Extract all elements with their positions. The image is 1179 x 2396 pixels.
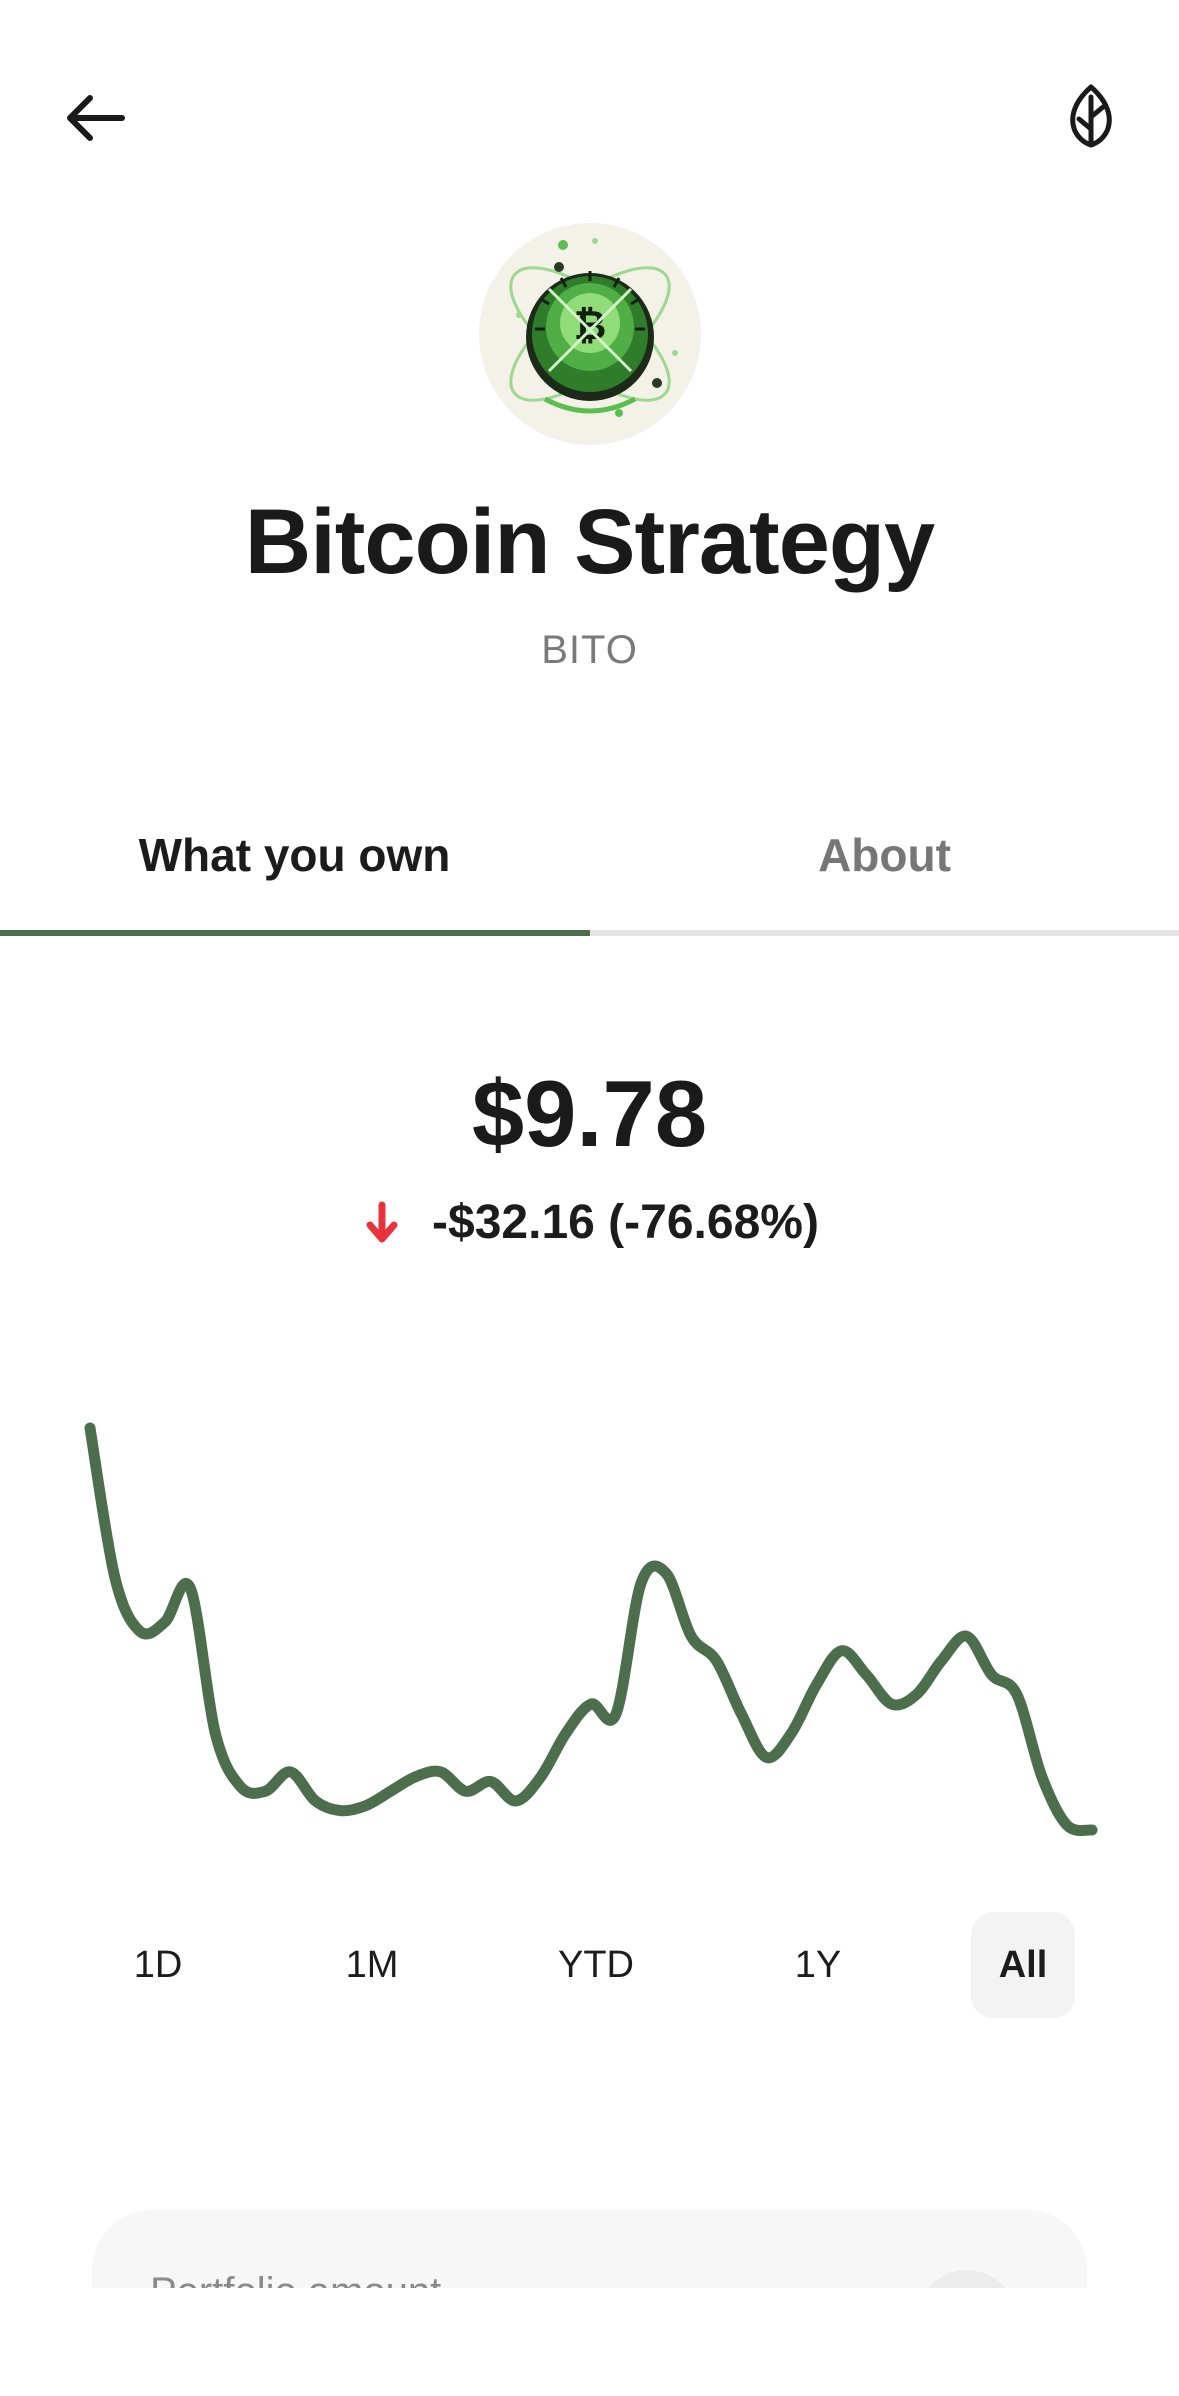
value-change: -$32.16 (-76.68%) [432,1196,819,1249]
fund-name: Bitcoin Strategy [244,491,935,593]
back-button[interactable] [48,70,144,166]
fund-ticker: BITO [541,628,638,672]
price-chart[interactable] [0,1380,1179,1860]
leaf-button[interactable] [1043,68,1139,164]
bitcoin-orbit-logo: ₿ [509,238,678,417]
top-bar [0,0,1179,230]
arrow-left-icon [67,95,125,141]
tab-active-indicator [0,930,590,936]
range-1y-button[interactable]: 1Y [760,1912,876,2018]
leaf-icon [1070,84,1112,148]
fund-logo: ₿ [479,223,701,445]
range-selector: 1D 1M YTD 1Y All [0,1912,1179,2018]
tab-what-you-own[interactable]: What you own [0,780,589,930]
tab-about[interactable]: About [590,780,1179,930]
change-row: -$32.16 (-76.68%) [0,1195,1179,1250]
series-line [84,1422,1098,1837]
arrow-down-icon [360,1198,404,1248]
tab-bar: What you own About [0,780,1179,940]
bottom-fade [0,2288,1179,2396]
range-all-button[interactable]: All [971,1912,1075,2018]
range-1m-button[interactable]: 1M [314,1912,430,2018]
holding-value: $9.78 [471,1061,708,1166]
range-1d-button[interactable]: 1D [100,1912,216,2018]
range-ytd-button[interactable]: YTD [538,1912,654,2018]
